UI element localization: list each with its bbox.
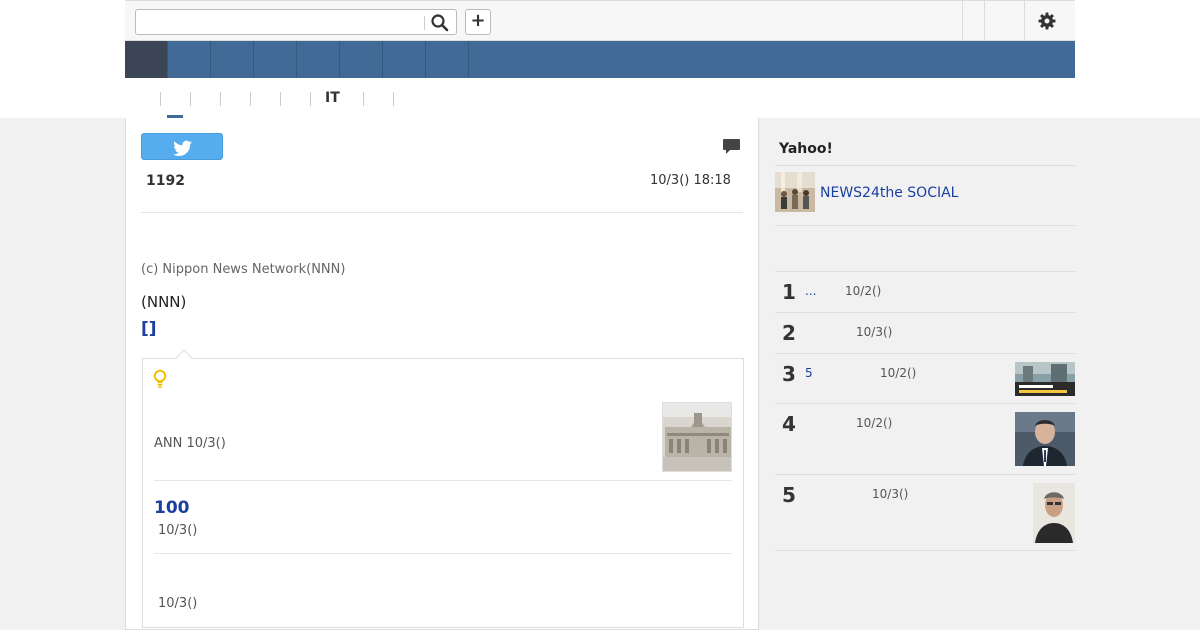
sub-nav-item[interactable] (220, 92, 221, 106)
search-divider (424, 16, 425, 30)
rank-thumbnail[interactable] (1015, 362, 1075, 396)
building-image (663, 403, 731, 471)
divider (775, 353, 1075, 354)
related-source[interactable]: ANN 10/3() (154, 436, 226, 451)
divider (775, 271, 1075, 272)
person-photo-image (1033, 483, 1075, 543)
nav-item[interactable] (297, 41, 340, 78)
sidebar-title: Yahoo! (779, 141, 833, 157)
sub-nav-item[interactable] (310, 92, 311, 106)
nav-item[interactable] (211, 41, 254, 78)
rank-date: 10/3() (856, 325, 893, 339)
rank-title[interactable]: ... (805, 284, 816, 298)
nav-item[interactable] (340, 41, 383, 78)
rank-date: 10/2() (880, 366, 917, 380)
header-divider (962, 1, 963, 41)
article-main: 1192 10/3() 18:18 (c) Nippon News Networ… (125, 118, 759, 630)
tip-button (152, 369, 168, 389)
sub-nav-item[interactable] (393, 92, 394, 106)
sub-nav (125, 86, 1075, 118)
divider (141, 212, 743, 213)
related-item-date: 10/3() (158, 596, 198, 611)
comment-button[interactable] (722, 138, 742, 156)
main-nav (125, 41, 1075, 78)
sub-nav-item[interactable] (250, 92, 251, 106)
crowd-image (775, 172, 815, 212)
lightbulb-icon (153, 369, 167, 388)
divider (775, 165, 1075, 166)
settings-button[interactable] (1037, 11, 1057, 31)
article-count: 1192 (146, 173, 185, 189)
search-input[interactable] (140, 12, 420, 32)
rank-number: 4 (782, 412, 796, 436)
search-icon (431, 14, 449, 32)
add-button[interactable]: + (465, 9, 491, 35)
related-divider (154, 553, 732, 554)
twitter-icon (173, 140, 192, 156)
rank-date: 10/2() (856, 416, 893, 430)
related-divider (154, 480, 732, 481)
sub-nav-item[interactable] (160, 92, 161, 106)
sub-nav-item-it[interactable]: IT (325, 90, 340, 106)
divider (775, 225, 1075, 226)
sub-nav-item[interactable] (280, 92, 281, 106)
nav-item[interactable] (426, 41, 469, 78)
rank-number: 2 (782, 321, 796, 345)
feature-link[interactable]: NEWS24the SOCIAL (820, 185, 958, 201)
rank-number: 5 (782, 483, 796, 507)
rank-date: 10/3() (872, 487, 909, 501)
person-photo-image (1015, 412, 1075, 466)
related-box: ANN 10/3() 100 10/3() 10/3() (142, 349, 744, 628)
nav-item-home[interactable] (125, 41, 168, 78)
source-text: (NNN) (141, 293, 187, 311)
nav-item[interactable] (254, 41, 297, 78)
header-divider (984, 1, 985, 41)
search-box (135, 9, 457, 35)
sub-nav-item[interactable] (363, 92, 364, 106)
copyright-text: (c) Nippon News Network(NNN) (141, 262, 346, 277)
sub-nav-item[interactable] (190, 92, 191, 106)
rank-thumbnail[interactable] (1033, 483, 1075, 543)
sidebar: Yahoo! NEWS24the SOCIAL 1 ... 10/2() 2 1… (775, 118, 1075, 630)
rank-thumbnail[interactable] (1015, 412, 1075, 466)
header: + (125, 0, 1075, 41)
related-item-date: 10/3() (158, 523, 198, 538)
article-date: 10/3() 18:18 (650, 173, 731, 188)
nav-item[interactable] (168, 41, 211, 78)
rank-number: 1 (782, 280, 796, 304)
divider (775, 474, 1075, 475)
divider (775, 403, 1075, 404)
search-button[interactable] (430, 13, 450, 33)
rank-date: 10/2() (845, 284, 882, 298)
rank-number: 3 (782, 362, 796, 386)
gear-icon (1038, 12, 1056, 30)
rank-title[interactable]: 5 (805, 366, 813, 380)
nav-item[interactable] (383, 41, 426, 78)
header-divider (1024, 1, 1025, 41)
divider (775, 550, 1075, 551)
related-thumbnail[interactable] (662, 402, 732, 472)
article-link[interactable]: [] (141, 319, 157, 339)
related-caret (175, 349, 193, 367)
comment-icon (723, 139, 740, 154)
related-item-number[interactable]: 100 (154, 498, 190, 518)
divider (775, 312, 1075, 313)
news-screenshot-image (1015, 362, 1075, 396)
tweet-button[interactable] (141, 133, 223, 160)
feature-thumbnail[interactable] (775, 172, 815, 212)
